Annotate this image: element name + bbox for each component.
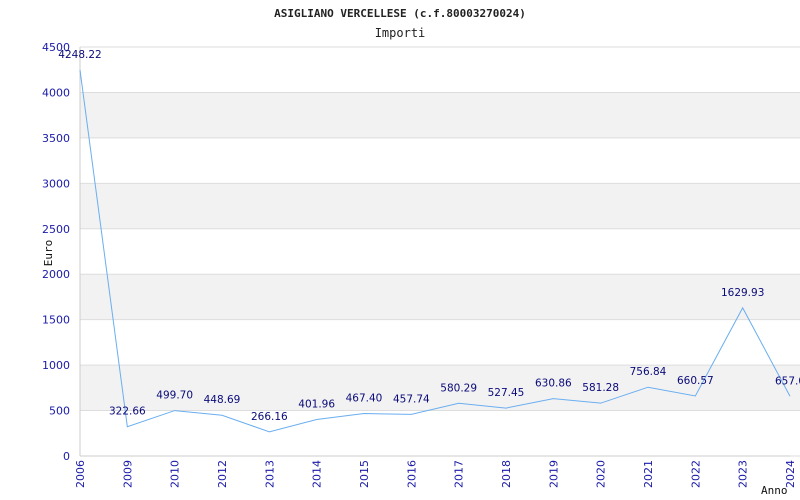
y-tick-label: 0: [63, 450, 70, 463]
x-tick-label: 2013: [263, 460, 276, 488]
line-chart: 050010001500200025003000350040004500 200…: [42, 7, 800, 497]
data-label: 499.70: [156, 390, 193, 402]
data-label: 322.66: [109, 406, 146, 418]
grid-band: [80, 274, 800, 320]
y-axis-label: Euro: [42, 240, 55, 267]
y-tick-label: 3000: [42, 177, 70, 190]
x-axis-label: Anno: [761, 484, 788, 497]
x-tick-labels: 2006 2009 2010 2012 2013 2014 2015 2016 2017 2018…: [74, 460, 797, 488]
x-tick-label: 2014: [311, 460, 324, 488]
data-label: 401.96: [298, 398, 335, 410]
x-tick-label: 2012: [216, 460, 229, 488]
grid-band: [80, 183, 800, 229]
data-label: 4248.22: [58, 49, 101, 61]
x-tick-label: 2017: [453, 460, 466, 488]
y-tick-label: 1500: [42, 314, 70, 327]
data-label: 1629.93: [721, 287, 764, 299]
grid-band: [80, 92, 800, 138]
data-label: 660.57: [677, 375, 714, 387]
y-tick-label: 500: [49, 405, 70, 418]
data-label: 657.0: [775, 375, 800, 387]
data-label: 448.69: [204, 394, 241, 406]
x-tick-label: 2022: [689, 460, 702, 488]
x-tick-label: 2006: [74, 460, 87, 488]
data-label: 756.84: [630, 366, 667, 378]
data-label: 467.40: [346, 393, 383, 405]
x-tick-label: 2021: [642, 460, 655, 488]
x-tick-label: 2010: [169, 460, 182, 488]
y-tick-label: 1000: [42, 359, 70, 372]
y-tick-label: 3500: [42, 132, 70, 145]
data-label: 630.86: [535, 378, 572, 390]
data-label: 527.45: [488, 387, 525, 399]
x-tick-label: 2023: [737, 460, 750, 488]
x-tick-label: 2018: [500, 460, 513, 488]
x-tick-label: 2009: [121, 460, 134, 488]
x-tick-label: 2015: [358, 460, 371, 488]
data-label: 580.29: [440, 382, 477, 394]
y-tick-label: 2000: [42, 268, 70, 281]
grid-bands: [80, 92, 800, 411]
data-label: 581.28: [582, 382, 619, 394]
y-tick-label: 2500: [42, 223, 70, 236]
chart-subtitle: Importi: [375, 26, 426, 40]
x-tick-label: 2019: [547, 460, 560, 488]
chart-title: ASIGLIANO VERCELLESE (c.f.80003270024): [274, 7, 526, 20]
y-tick-label: 4000: [42, 86, 70, 99]
data-label: 266.16: [251, 411, 288, 423]
data-label: 457.74: [393, 393, 430, 405]
x-tick-label: 2020: [595, 460, 608, 488]
x-tick-label: 2016: [405, 460, 418, 488]
